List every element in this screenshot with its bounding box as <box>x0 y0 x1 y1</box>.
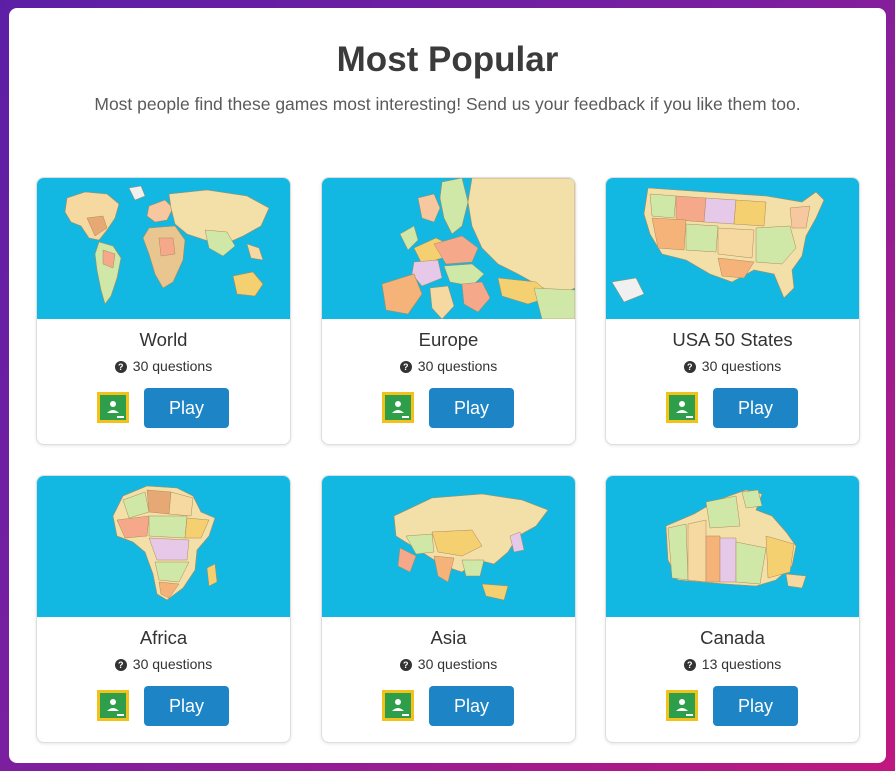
question-icon: ? <box>399 659 412 671</box>
game-card-africa[interactable]: Africa ? 30 questions Play <box>36 475 291 743</box>
game-title: Africa <box>139 627 188 648</box>
usa-map-icon[interactable] <box>606 178 859 319</box>
question-count: ? 13 questions <box>606 656 859 672</box>
game-title: Asia <box>430 627 467 648</box>
play-button[interactable]: Play <box>429 388 514 428</box>
google-classroom-icon[interactable] <box>97 690 129 721</box>
question-icon: ? <box>114 361 127 373</box>
play-button[interactable]: Play <box>713 388 798 428</box>
google-classroom-icon[interactable] <box>382 392 414 423</box>
question-icon: ? <box>399 361 412 373</box>
question-icon: ? <box>683 361 696 373</box>
play-button[interactable]: Play <box>429 686 514 726</box>
asia-map-icon[interactable] <box>322 476 575 617</box>
page-title: Most Popular <box>336 40 559 79</box>
world-map-icon[interactable] <box>37 178 290 319</box>
question-count: ? 30 questions <box>322 656 575 672</box>
question-icon: ? <box>114 659 127 671</box>
question-count-label: 30 questions <box>417 656 498 672</box>
game-card-world[interactable]: World ? 30 questions Play <box>36 177 291 445</box>
google-classroom-icon[interactable] <box>666 392 698 423</box>
question-count: ? 30 questions <box>37 358 290 374</box>
play-button[interactable]: Play <box>713 686 798 726</box>
play-button[interactable]: Play <box>144 388 229 428</box>
question-count-label: 30 questions <box>417 358 498 374</box>
question-icon: ? <box>683 659 696 671</box>
game-card-canada[interactable]: Canada ? 13 questions Play <box>605 475 860 743</box>
question-count: ? 30 questions <box>322 358 575 374</box>
canada-map-icon[interactable] <box>606 476 859 617</box>
game-card-europe[interactable]: Europe ? 30 questions Play <box>321 177 576 445</box>
game-title: Canada <box>700 627 765 648</box>
game-card-asia[interactable]: Asia ? 30 questions Play <box>321 475 576 743</box>
game-title: Europe <box>418 329 479 350</box>
game-title: USA 50 States <box>672 329 793 350</box>
europe-map-icon[interactable] <box>322 178 575 319</box>
question-count-label: 13 questions <box>701 656 782 672</box>
popular-games-panel: Most Popular Most people find these game… <box>9 8 886 763</box>
question-count-label: 30 questions <box>701 358 782 374</box>
question-count-label: 30 questions <box>132 656 213 672</box>
play-button[interactable]: Play <box>144 686 229 726</box>
africa-map-icon[interactable] <box>37 476 290 617</box>
game-card-usa-50-states[interactable]: USA 50 States ? 30 questions Play <box>605 177 860 445</box>
question-count-label: 30 questions <box>132 358 213 374</box>
question-count: ? 30 questions <box>606 358 859 374</box>
google-classroom-icon[interactable] <box>666 690 698 721</box>
page-subtitle: Most people find these games most intere… <box>94 94 801 114</box>
game-title: World <box>139 329 188 350</box>
google-classroom-icon[interactable] <box>382 690 414 721</box>
question-count: ? 30 questions <box>37 656 290 672</box>
google-classroom-icon[interactable] <box>97 392 129 423</box>
